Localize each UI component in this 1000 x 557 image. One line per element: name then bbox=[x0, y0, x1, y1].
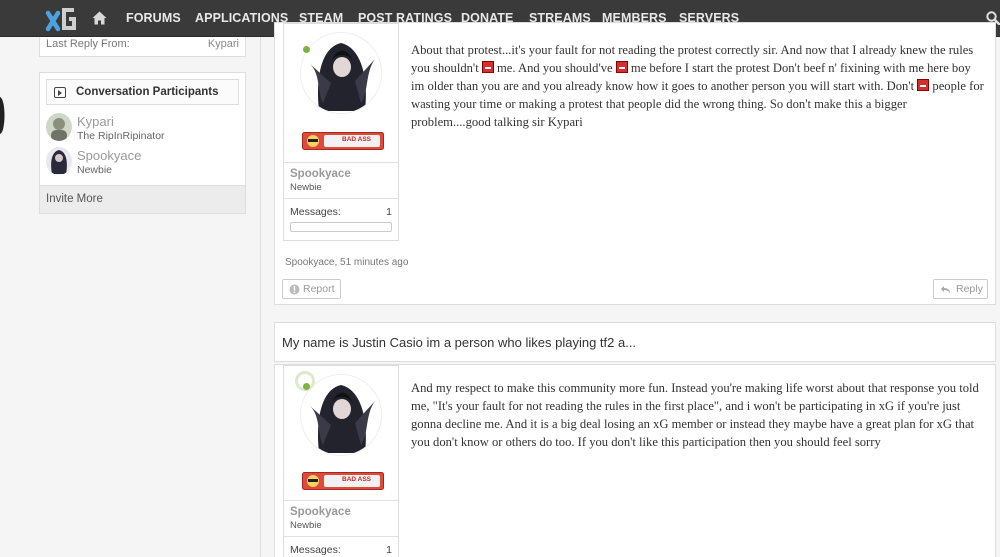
user-info-box: BAD ASS Spookyace Newbie Messages: 1 bbox=[283, 365, 399, 557]
report-label: Report bbox=[303, 283, 335, 295]
messages-count: 1 bbox=[386, 206, 392, 218]
kypari-avatar-image bbox=[46, 113, 72, 141]
participants-header: Conversation Participants bbox=[46, 79, 239, 105]
badge-label: BAD ASS bbox=[342, 476, 372, 483]
post-text: And my respect to make this community mo… bbox=[411, 381, 979, 449]
nav-forums[interactable]: FORUMS bbox=[126, 11, 181, 26]
divider bbox=[284, 162, 398, 163]
post-username[interactable]: Spookyace bbox=[290, 506, 351, 518]
avatar[interactable] bbox=[46, 113, 72, 141]
rage-emoticon-icon bbox=[917, 79, 930, 91]
preview-text: My name is Justin Casio im a person who … bbox=[282, 335, 637, 350]
spookyace-avatar-image bbox=[301, 33, 381, 113]
post-usertitle: Newbie bbox=[290, 182, 322, 193]
xg-logo[interactable] bbox=[44, 4, 78, 34]
user-info-box: BAD ASS Spookyace Newbie Messages: 1 bbox=[283, 23, 399, 241]
online-indicator bbox=[303, 383, 310, 390]
reply-button[interactable]: Reply bbox=[933, 279, 988, 299]
alert-icon bbox=[289, 284, 300, 295]
online-indicator bbox=[303, 46, 310, 53]
message-post: BAD ASS Spookyace Newbie Messages: 1 And… bbox=[274, 364, 996, 557]
divider bbox=[284, 536, 398, 537]
divider bbox=[284, 500, 398, 501]
spookyace-avatar-image bbox=[46, 147, 72, 175]
play-box-icon bbox=[54, 87, 66, 98]
last-reply-label: Last Reply From: bbox=[46, 38, 130, 50]
message-preview-strip[interactable]: My name is Justin Casio im a person who … bbox=[274, 322, 996, 362]
rage-emoticon-icon bbox=[481, 61, 494, 73]
spookyace-avatar-image bbox=[301, 375, 381, 455]
reply-icon bbox=[940, 286, 950, 294]
participant-name-spookyace[interactable]: Spookyace bbox=[77, 148, 141, 163]
message-progress-bar bbox=[290, 222, 392, 232]
last-reply-user[interactable]: Kypari bbox=[208, 38, 239, 50]
column-divider bbox=[260, 37, 261, 557]
post-usertitle: Newbie bbox=[290, 520, 322, 531]
post-username[interactable]: Spookyace bbox=[290, 168, 351, 180]
messages-label: Messages: bbox=[290, 544, 341, 556]
home-icon[interactable] bbox=[92, 11, 107, 25]
message-post: BAD ASS Spookyace Newbie Messages: 1 Abo… bbox=[274, 22, 996, 305]
invite-more-button[interactable]: Invite More bbox=[40, 185, 245, 213]
avatar[interactable] bbox=[300, 32, 382, 114]
messages-count: 1 bbox=[386, 544, 392, 556]
last-reply-panel: Last Reply From: Kypari bbox=[39, 37, 246, 57]
reply-label: Reply bbox=[956, 283, 983, 295]
edge-shadow-shape bbox=[0, 97, 5, 134]
participant-title-spookyace: Newbie bbox=[77, 164, 113, 176]
report-button[interactable]: Report bbox=[282, 279, 341, 299]
divider bbox=[284, 198, 398, 199]
conversation-participants-panel: Conversation Participants Kypari The Rip… bbox=[39, 72, 246, 214]
post-text: me. And you should've bbox=[493, 61, 616, 75]
post-body: About that protest...it's your fault for… bbox=[411, 41, 986, 131]
messages-label: Messages: bbox=[290, 206, 341, 218]
avatar[interactable] bbox=[46, 147, 72, 175]
post-meta[interactable]: Spookyace, 51 minutes ago bbox=[285, 257, 408, 268]
post-body: And my respect to make this community mo… bbox=[411, 379, 986, 451]
participants-title: Conversation Participants bbox=[76, 86, 219, 98]
badge-label: BAD ASS bbox=[342, 136, 372, 143]
participant-name-kypari[interactable]: Kypari bbox=[77, 114, 114, 129]
rage-emoticon-icon bbox=[615, 61, 628, 73]
participant-title-kypari: The RipInRipinator bbox=[77, 130, 165, 142]
invite-more-label: Invite More bbox=[46, 193, 103, 205]
